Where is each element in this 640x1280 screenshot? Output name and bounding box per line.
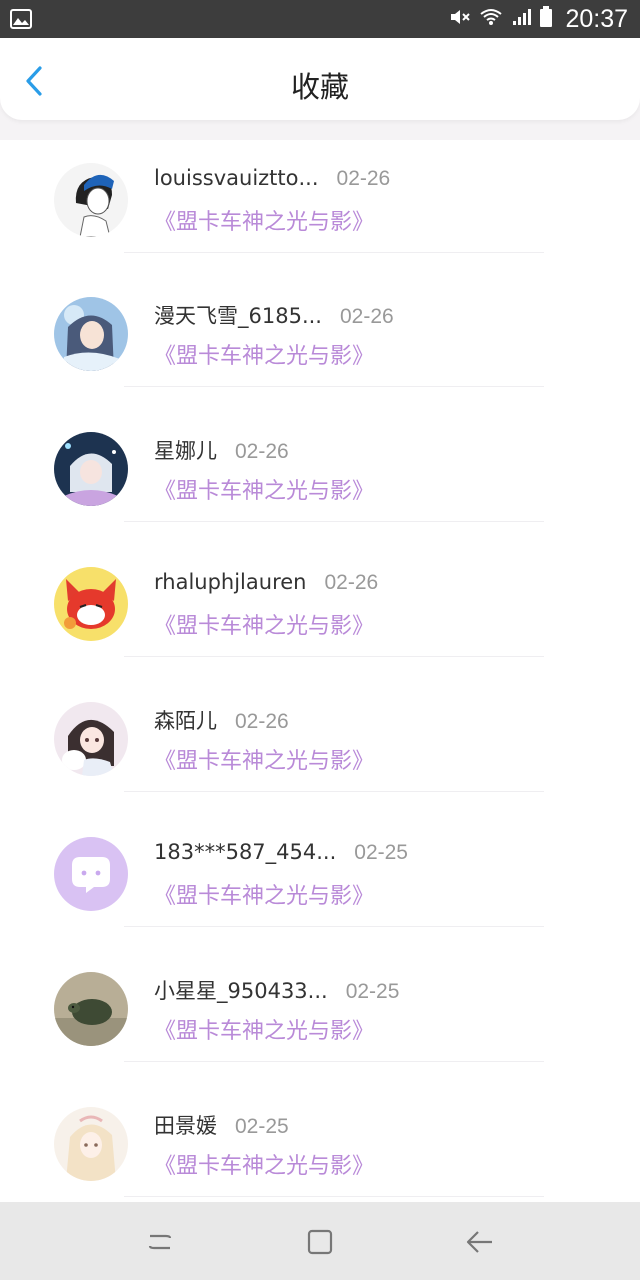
user-name: 漫天飞雪_6185... <box>154 304 322 328</box>
post-date: 02-26 <box>336 167 391 190</box>
favorites-list: louissvauizttо... 02-26 《盟卡车神之光与影》 漫天飞雪_… <box>0 140 640 1202</box>
home-button[interactable] <box>302 1224 338 1260</box>
user-name: 森陌儿 <box>154 709 217 733</box>
header: 收藏 <box>0 38 640 120</box>
post-date: 02-26 <box>235 440 289 463</box>
divider <box>124 926 544 927</box>
topic-title[interactable]: 《盟卡车神之光与影》 <box>154 743 374 775</box>
user-name: louissvauizttо... <box>154 166 319 190</box>
home-icon <box>307 1229 333 1255</box>
user-name: 小星星_950433... <box>154 979 328 1003</box>
user-name: rhaluphjlauren <box>154 570 307 594</box>
status-bar: 20:37 <box>0 0 640 38</box>
list-item[interactable]: 漫天飞雪_6185... 02-26 《盟卡车神之光与影》 <box>0 274 640 409</box>
recent-apps-icon <box>148 1234 172 1250</box>
list-item[interactable]: rhaluphjlauren 02-26 《盟卡车神之光与影》 <box>0 544 640 679</box>
topic-title[interactable]: 《盟卡车神之光与影》 <box>154 1148 374 1180</box>
post-date: 02-25 <box>235 1115 289 1138</box>
user-name: 星娜儿 <box>154 439 217 463</box>
mute-icon <box>449 7 471 31</box>
wifi-icon <box>479 7 503 31</box>
divider <box>124 386 544 387</box>
post-date: 02-26 <box>339 305 394 328</box>
battery-icon <box>539 6 553 32</box>
list-item[interactable]: 183***587_454... 02-25 《盟卡车神之光与影》 <box>0 814 640 949</box>
list-item[interactable]: 小星星_950433... 02-25 《盟卡车神之光与影》 <box>0 949 640 1084</box>
avatar[interactable] <box>54 432 128 506</box>
avatar[interactable] <box>54 297 128 371</box>
list-item[interactable]: 田景媛 02-25 《盟卡车神之光与影》 <box>0 1084 640 1202</box>
post-date: 02-26 <box>235 710 289 733</box>
topic-title[interactable]: 《盟卡车神之光与影》 <box>154 473 374 505</box>
user-name: 田景媛 <box>154 1114 217 1138</box>
post-date: 02-25 <box>354 841 408 864</box>
avatar[interactable] <box>54 972 128 1046</box>
status-time: 20:37 <box>565 4 628 33</box>
divider <box>124 1061 544 1062</box>
page-title: 收藏 <box>290 70 349 104</box>
topic-title[interactable]: 《盟卡车神之光与影》 <box>154 338 374 370</box>
gallery-icon <box>10 9 32 33</box>
topic-title[interactable]: 《盟卡车神之光与影》 <box>154 1013 374 1045</box>
divider <box>124 656 544 657</box>
avatar[interactable] <box>54 567 128 641</box>
recent-apps-button[interactable] <box>142 1224 178 1260</box>
post-date: 02-26 <box>324 571 379 594</box>
divider <box>124 521 544 522</box>
divider <box>124 252 544 253</box>
topic-title[interactable]: 《盟卡车神之光与影》 <box>154 204 374 236</box>
avatar[interactable] <box>54 702 128 776</box>
list-item[interactable]: louissvauizttо... 02-26 《盟卡车神之光与影》 <box>0 140 640 275</box>
avatar[interactable] <box>54 163 128 237</box>
post-date: 02-25 <box>345 980 400 1003</box>
nav-bar <box>0 1202 640 1280</box>
list-item[interactable]: 森陌儿 02-26 《盟卡车神之光与影》 <box>0 679 640 814</box>
back-nav-button[interactable] <box>462 1224 498 1260</box>
topic-title[interactable]: 《盟卡车神之光与影》 <box>154 608 374 640</box>
user-name: 183***587_454... <box>154 840 337 864</box>
list-item[interactable]: 星娜儿 02-26 《盟卡车神之光与影》 <box>0 409 640 544</box>
divider <box>124 791 544 792</box>
back-arrow-icon <box>466 1231 492 1253</box>
avatar[interactable] <box>54 1107 128 1181</box>
topic-title[interactable]: 《盟卡车神之光与影》 <box>154 878 374 910</box>
signal-icon <box>511 7 532 31</box>
avatar[interactable] <box>54 837 128 911</box>
divider <box>124 1196 544 1197</box>
